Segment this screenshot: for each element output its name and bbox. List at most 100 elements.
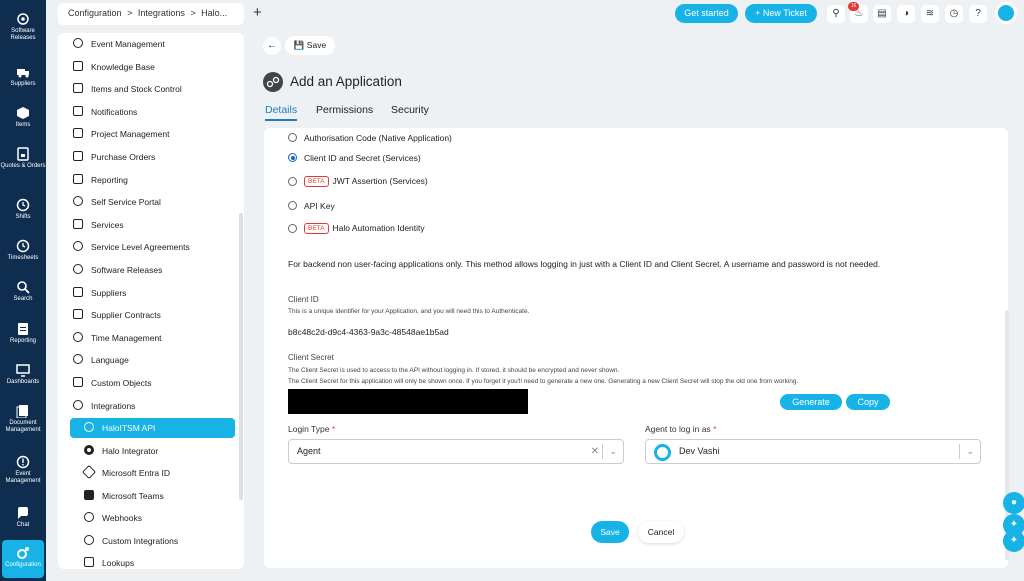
sparkle-icon[interactable]: ✦ xyxy=(1003,530,1024,552)
tab-details[interactable]: Details xyxy=(265,104,298,121)
sidebar-item-suppliers[interactable]: Suppliers xyxy=(73,283,238,303)
agent-value: Dev Vashi xyxy=(679,446,720,456)
auth-radio-client-id-secret[interactable] xyxy=(288,153,297,162)
rail-label: Timesheets xyxy=(7,255,39,261)
report-icon xyxy=(18,323,28,335)
sidebar-item-items-stock[interactable]: Items and Stock Control xyxy=(73,79,238,99)
rail-items[interactable]: Items xyxy=(0,106,46,129)
sidebar-item-label: Purchase Orders xyxy=(91,152,156,162)
save-form-button[interactable]: Save xyxy=(591,521,629,543)
auth-radio-authorisation-code[interactable] xyxy=(288,133,297,142)
sidebar-item-reporting[interactable]: Reporting xyxy=(73,170,238,190)
sidebar-item-label: Reporting xyxy=(91,175,128,185)
sidebar-subitem-entra-id[interactable]: Microsoft Entra ID xyxy=(81,463,249,483)
sidebar-item-knowledge-base[interactable]: Knowledge Base xyxy=(73,57,238,77)
back-arrow-icon[interactable]: ← xyxy=(263,37,281,55)
clipboard-icon[interactable]: ▤ xyxy=(873,5,891,23)
sidebar-item-purchase-orders[interactable]: Purchase Orders xyxy=(73,147,238,167)
save-icon: 💾 xyxy=(293,40,305,50)
rail-quotes-orders[interactable]: Quotes & Orders xyxy=(0,147,46,170)
sidebar-subitem-custom-integrations[interactable]: Custom Integrations xyxy=(84,531,249,551)
user-avatar[interactable] xyxy=(995,2,1017,24)
rail-timesheets[interactable]: Timesheets xyxy=(0,239,46,262)
sidebar-item-sla[interactable]: Service Level Agreements xyxy=(73,237,238,257)
chevron-down-icon[interactable]: ⌄ xyxy=(609,440,617,463)
sidebar-item-event-management[interactable]: Event Management xyxy=(73,34,238,54)
rail-chat[interactable]: Chat xyxy=(0,506,46,529)
sidebar-item-label: Webhooks xyxy=(102,513,143,523)
sidebar-item-software-releases[interactable]: Software Releases xyxy=(73,260,238,280)
copy-button[interactable]: Copy xyxy=(846,394,890,410)
sidebar-item-self-service-portal[interactable]: Self Service Portal xyxy=(73,192,238,212)
new-tab-button[interactable]: + xyxy=(253,4,262,21)
client-secret-help-1: The Client Secret is used to access to t… xyxy=(288,367,620,374)
sidebar-item-time-management[interactable]: Time Management xyxy=(73,328,238,348)
new-ticket-button[interactable]: + New Ticket xyxy=(745,4,817,23)
auth-option-label: JWT Assertion (Services) xyxy=(332,176,428,186)
breadcrumb-integrations[interactable]: Integrations xyxy=(138,8,185,18)
save-button[interactable]: 💾 Save xyxy=(285,36,335,55)
cancel-button[interactable]: Cancel xyxy=(638,521,684,543)
sidebar-item-services[interactable]: Services xyxy=(73,215,238,235)
rail-label: Dashboards xyxy=(6,379,40,385)
rail-suppliers[interactable]: Suppliers xyxy=(0,65,46,88)
clear-icon[interactable]: ✕ xyxy=(591,440,599,463)
auth-radio-automation-identity[interactable] xyxy=(288,224,297,233)
sidebar-subitem-webhooks[interactable]: Webhooks xyxy=(84,508,249,528)
client-id-label: Client ID xyxy=(288,295,319,304)
search-icon[interactable]: ⚲ xyxy=(827,5,845,23)
chat-bubble-icon[interactable]: ● xyxy=(1003,492,1024,514)
auth-radio-api-key[interactable] xyxy=(288,201,297,210)
document-icon xyxy=(16,405,28,418)
monitor-icon xyxy=(16,364,30,377)
breadcrumb[interactable]: Configuration > Integrations > Halo... xyxy=(58,3,244,25)
rail-document-management[interactable]: Document Management xyxy=(0,404,46,434)
rail-shifts[interactable]: Shifts xyxy=(0,198,46,221)
sidebar-subitem-lookups[interactable]: Lookups xyxy=(84,553,249,573)
tab-security[interactable]: Security xyxy=(391,104,429,116)
chevron-down-icon[interactable]: ⌄ xyxy=(966,440,974,463)
get-started-button[interactable]: Get started xyxy=(675,4,738,23)
rail-label: Search xyxy=(13,296,33,302)
halo-icon xyxy=(84,445,94,455)
generate-button[interactable]: Generate xyxy=(780,394,842,410)
sidebar-item-label: Custom Integrations xyxy=(102,536,179,546)
rss-icon[interactable]: ≋ xyxy=(921,5,939,23)
sidebar-subitem-haloitsm-api[interactable]: HaloITSM API xyxy=(70,418,235,438)
rail-search[interactable]: Search xyxy=(0,280,46,303)
sidebar-item-notifications[interactable]: Notifications xyxy=(73,102,238,122)
sidebar-item-label: Language xyxy=(91,355,129,365)
help-icon[interactable]: ? xyxy=(969,5,987,23)
sidebar-subitem-teams[interactable]: Microsoft Teams xyxy=(84,486,249,506)
sidebar-item-label: Integrations xyxy=(91,401,136,411)
rail-label: Configuration xyxy=(5,562,41,568)
sidebar-item-label: Supplier Contracts xyxy=(91,310,161,320)
report-icon xyxy=(73,174,83,184)
sidebar-item-integrations[interactable]: Integrations xyxy=(73,396,238,416)
notification-badge: 16 xyxy=(848,2,859,11)
agent-select[interactable]: Dev Vashi ⌄ xyxy=(645,439,981,464)
sidebar-item-label: Microsoft Entra ID xyxy=(102,468,171,478)
login-type-select[interactable]: Agent ✕ ⌄ xyxy=(288,439,624,464)
tab-permissions[interactable]: Permissions xyxy=(316,104,373,116)
sidebar-item-custom-objects[interactable]: Custom Objects xyxy=(73,373,238,393)
sidebar-item-project-management[interactable]: Project Management xyxy=(73,124,238,144)
rail-dashboards[interactable]: Dashboards xyxy=(0,363,46,386)
rail-label: Quotes & Orders xyxy=(0,163,46,169)
sidebar-item-language[interactable]: Language xyxy=(73,350,238,370)
auth-radio-jwt[interactable] xyxy=(288,177,297,186)
sidebar-item-supplier-contracts[interactable]: Supplier Contracts xyxy=(73,305,238,325)
rail-configuration[interactable]: Configuration xyxy=(2,540,44,578)
rail-software-releases[interactable]: Software Releases xyxy=(0,12,46,42)
sidebar-subitem-halo-integrator[interactable]: Halo Integrator xyxy=(84,441,249,461)
api-icon xyxy=(84,422,94,432)
gauge-icon[interactable]: ◑ xyxy=(897,5,915,23)
auth-option-label: Client ID and Secret (Services) xyxy=(304,153,421,163)
history-icon[interactable]: ◷ xyxy=(945,5,963,23)
rail-label: Document Management xyxy=(5,420,41,433)
save-button-label: Save xyxy=(306,40,327,50)
breadcrumb-configuration[interactable]: Configuration xyxy=(68,8,122,18)
rail-reporting[interactable]: Reporting xyxy=(0,322,46,345)
rail-event-management[interactable]: Event Management xyxy=(0,455,46,485)
auth-option-label: API Key xyxy=(304,201,335,211)
